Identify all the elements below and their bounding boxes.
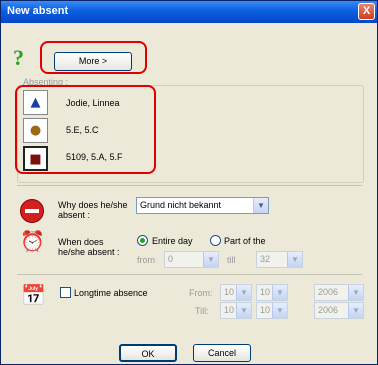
chevron-down-icon[interactable]: ▼ [236,303,251,318]
cancel-button[interactable]: Cancel [193,344,251,362]
chevron-down-icon[interactable]: ▼ [272,285,287,300]
chevron-down-icon[interactable]: ▼ [348,285,363,300]
stop-icon [20,199,44,223]
from-period-select[interactable]: 0 ▼ [164,251,219,268]
when-label-line1: When does [58,237,104,247]
classroom-desk-icon[interactable]: ■ [23,146,48,171]
from-year-select[interactable]: 2006 ▼ [314,284,364,301]
longtime-till-label: Till: [195,306,209,316]
reason-label-line1: Why does he/she [58,200,128,210]
graduation-cap-icon[interactable]: ▲ [23,90,48,115]
chevron-down-icon[interactable]: ▼ [272,303,287,318]
from-label: from [137,255,155,265]
till-month-value: 10 [260,305,271,315]
reason-label-line2: absent : [58,210,91,220]
chevron-down-icon[interactable]: ▼ [253,198,268,213]
more-button[interactable]: More > [54,52,132,71]
when-label-line2: he/she absent : [58,247,120,257]
absenting-item-room: 5109, 5.A, 5.F [66,152,123,162]
longtime-absence-checkbox[interactable] [60,287,71,298]
close-button[interactable]: X [358,3,375,20]
absenting-item-class: 5.E, 5.C [66,125,99,135]
reason-select[interactable]: Grund nicht bekannt ▼ [136,197,269,214]
part-of-day-label: Part of the [224,236,266,246]
ok-button[interactable]: OK [119,344,177,362]
new-absent-dialog: New absent X ? More > Absenting : ▲ Jodi… [0,0,378,365]
till-year-value: 2006 [318,305,339,315]
till-month-select[interactable]: 10 ▼ [256,302,288,319]
from-period-value: 0 [168,254,174,264]
longtime-from-label: From: [189,288,213,298]
longtime-absence-label: Longtime absence [74,288,148,298]
from-day-select[interactable]: 10 ▼ [220,284,252,301]
chevron-down-icon[interactable]: ▼ [348,303,363,318]
help-question-icon[interactable]: ? [13,45,24,71]
till-label: till [227,255,236,265]
chevron-down-icon[interactable]: ▼ [236,285,251,300]
title-bar: New absent X [1,1,377,23]
alarm-clock-icon: ⏰ [20,229,45,253]
calendar-icon: 📅 [21,283,46,307]
till-period-select[interactable]: 32 ▼ [256,251,303,268]
reason-select-value: Grund nicht bekannt [140,200,222,210]
absenting-item-student: Jodie, Linnea [66,98,120,108]
entire-day-label: Entire day [152,236,193,246]
part-of-day-radio[interactable] [210,235,221,246]
chevron-down-icon[interactable]: ▼ [203,252,218,267]
separator [17,185,362,186]
from-month-value: 10 [260,287,271,297]
from-month-select[interactable]: 10 ▼ [256,284,288,301]
from-day-value: 10 [224,287,235,297]
entire-day-radio[interactable] [137,235,148,246]
till-day-value: 10 [224,305,235,315]
till-year-select[interactable]: 2006 ▼ [314,302,364,319]
from-year-value: 2006 [318,287,339,297]
window-title: New absent [7,5,69,17]
till-period-value: 32 [260,254,271,264]
till-day-select[interactable]: 10 ▼ [220,302,252,319]
chevron-down-icon[interactable]: ▼ [287,252,302,267]
teacher-icon[interactable]: ● [23,118,48,143]
separator [17,274,362,275]
